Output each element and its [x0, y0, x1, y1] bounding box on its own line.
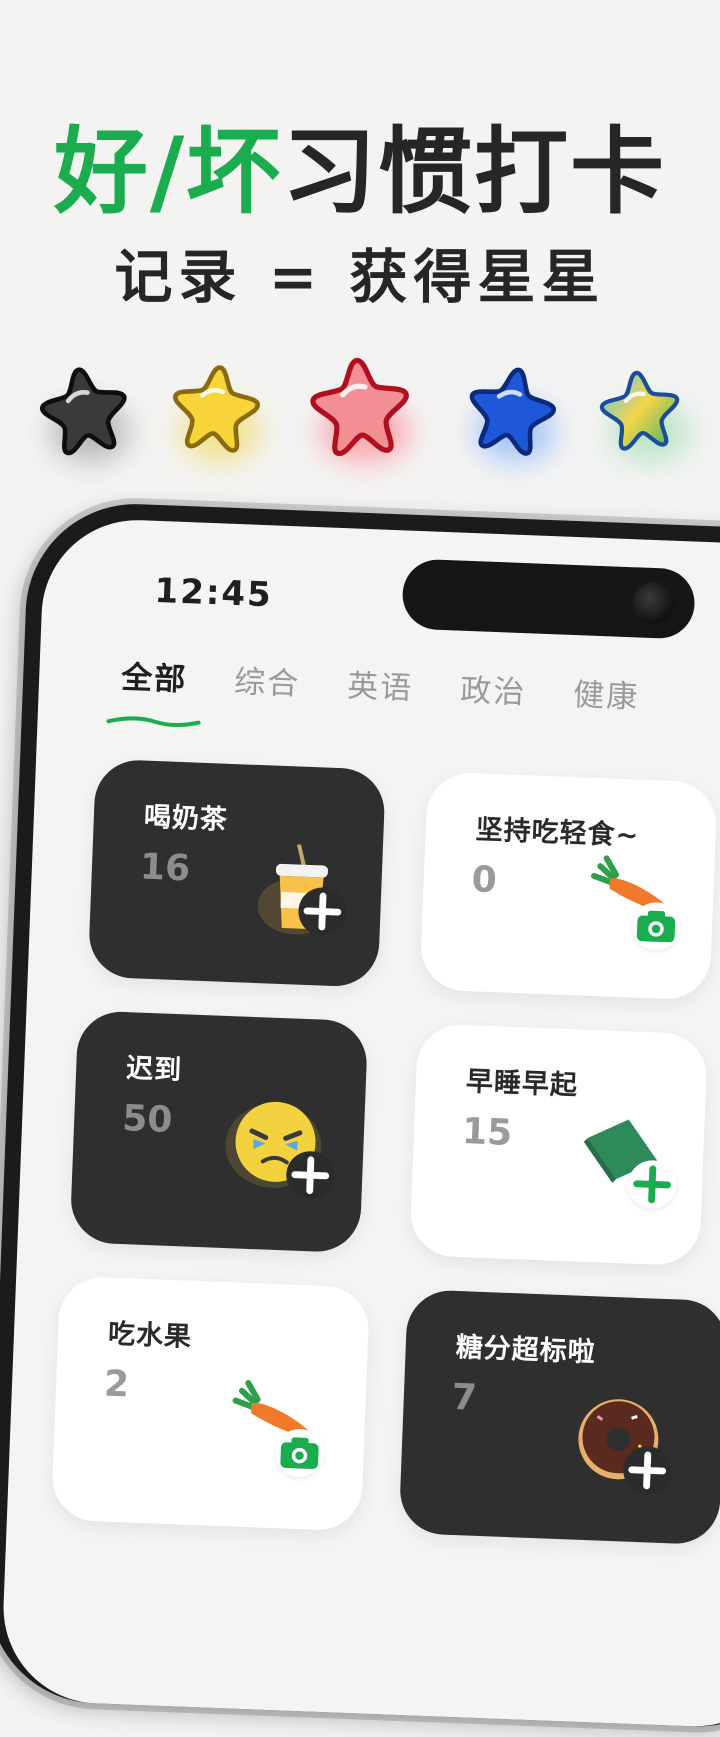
tab-all[interactable]: 全部 [106, 652, 201, 728]
habit-title: 喝奶茶 [143, 801, 229, 836]
blue-star-icon [459, 355, 566, 462]
habit-title: 早睡早起 [465, 1066, 579, 1102]
habit-count: 0 [470, 859, 498, 902]
habit-count: 50 [121, 1098, 174, 1141]
promo-subline: 记录 = 获得星星 [114, 243, 606, 311]
headline-dark-text: 习惯打卡 [282, 118, 667, 227]
crying-emoji-icon [225, 1094, 345, 1208]
phone-mockup: 12:45 全部 综合 英语 政治 健康 喝奶茶 16 坚持吃轻食~ 0 迟到 … [0, 493, 720, 1737]
pillow-icon [571, 1107, 685, 1221]
dynamic-island [401, 558, 696, 640]
tab-active-underline [106, 699, 202, 728]
add-record-button[interactable] [627, 1159, 678, 1210]
habit-count: 16 [139, 846, 191, 890]
add-record-button[interactable] [285, 1150, 336, 1201]
habit-card-early-sleep[interactable]: 早睡早起 15 [409, 1023, 708, 1267]
tab-politics[interactable]: 政治 [460, 665, 528, 713]
habit-count: 2 [103, 1363, 130, 1406]
rainbow-star-icon [594, 362, 686, 454]
camera-record-button[interactable] [274, 1428, 325, 1478]
habit-card-late[interactable]: 迟到 50 [69, 1010, 369, 1254]
black-star-icon [32, 356, 136, 460]
milk-tea-icon [249, 835, 363, 949]
habit-count: 7 [451, 1376, 478, 1419]
add-record-button[interactable] [297, 886, 348, 937]
red-star-icon [304, 348, 415, 459]
tab-general[interactable]: 综合 [234, 656, 302, 704]
yellow-star-icon [165, 355, 266, 456]
camera-record-button[interactable] [631, 901, 681, 952]
carrot-icon [222, 1372, 336, 1486]
habit-card-fruit[interactable]: 吃水果 2 [50, 1275, 371, 1532]
habit-title: 迟到 [125, 1053, 183, 1087]
headline-green-text: 好/坏 [53, 118, 283, 227]
status-time: 12:45 [153, 570, 274, 616]
habit-count: 15 [461, 1111, 513, 1154]
tab-health[interactable]: 健康 [573, 669, 641, 717]
promo-headline: 好/坏习惯打卡 [0, 118, 720, 228]
habit-card-milk-tea[interactable]: 喝奶茶 16 [87, 758, 386, 988]
habit-card-light-food[interactable]: 坚持吃轻食~ 0 [419, 771, 718, 1001]
habit-title: 吃水果 [107, 1318, 193, 1353]
donut-icon [570, 1392, 684, 1506]
habit-title: 糖分超标啦 [455, 1331, 597, 1369]
habit-card-sugar[interactable]: 糖分超标啦 7 [398, 1289, 720, 1546]
camera-icon [631, 581, 676, 625]
app-screen: 12:45 全部 综合 英语 政治 健康 喝奶茶 16 坚持吃轻食~ 0 迟到 … [0, 516, 720, 1730]
star-row [0, 352, 720, 462]
tab-english[interactable]: 英语 [347, 660, 415, 708]
category-tabs: 全部 综合 英语 政治 健康 [106, 652, 682, 733]
habit-title: 坚持吃轻食~ [475, 814, 640, 852]
carrot-icon [581, 848, 695, 962]
add-record-button[interactable] [622, 1445, 673, 1496]
